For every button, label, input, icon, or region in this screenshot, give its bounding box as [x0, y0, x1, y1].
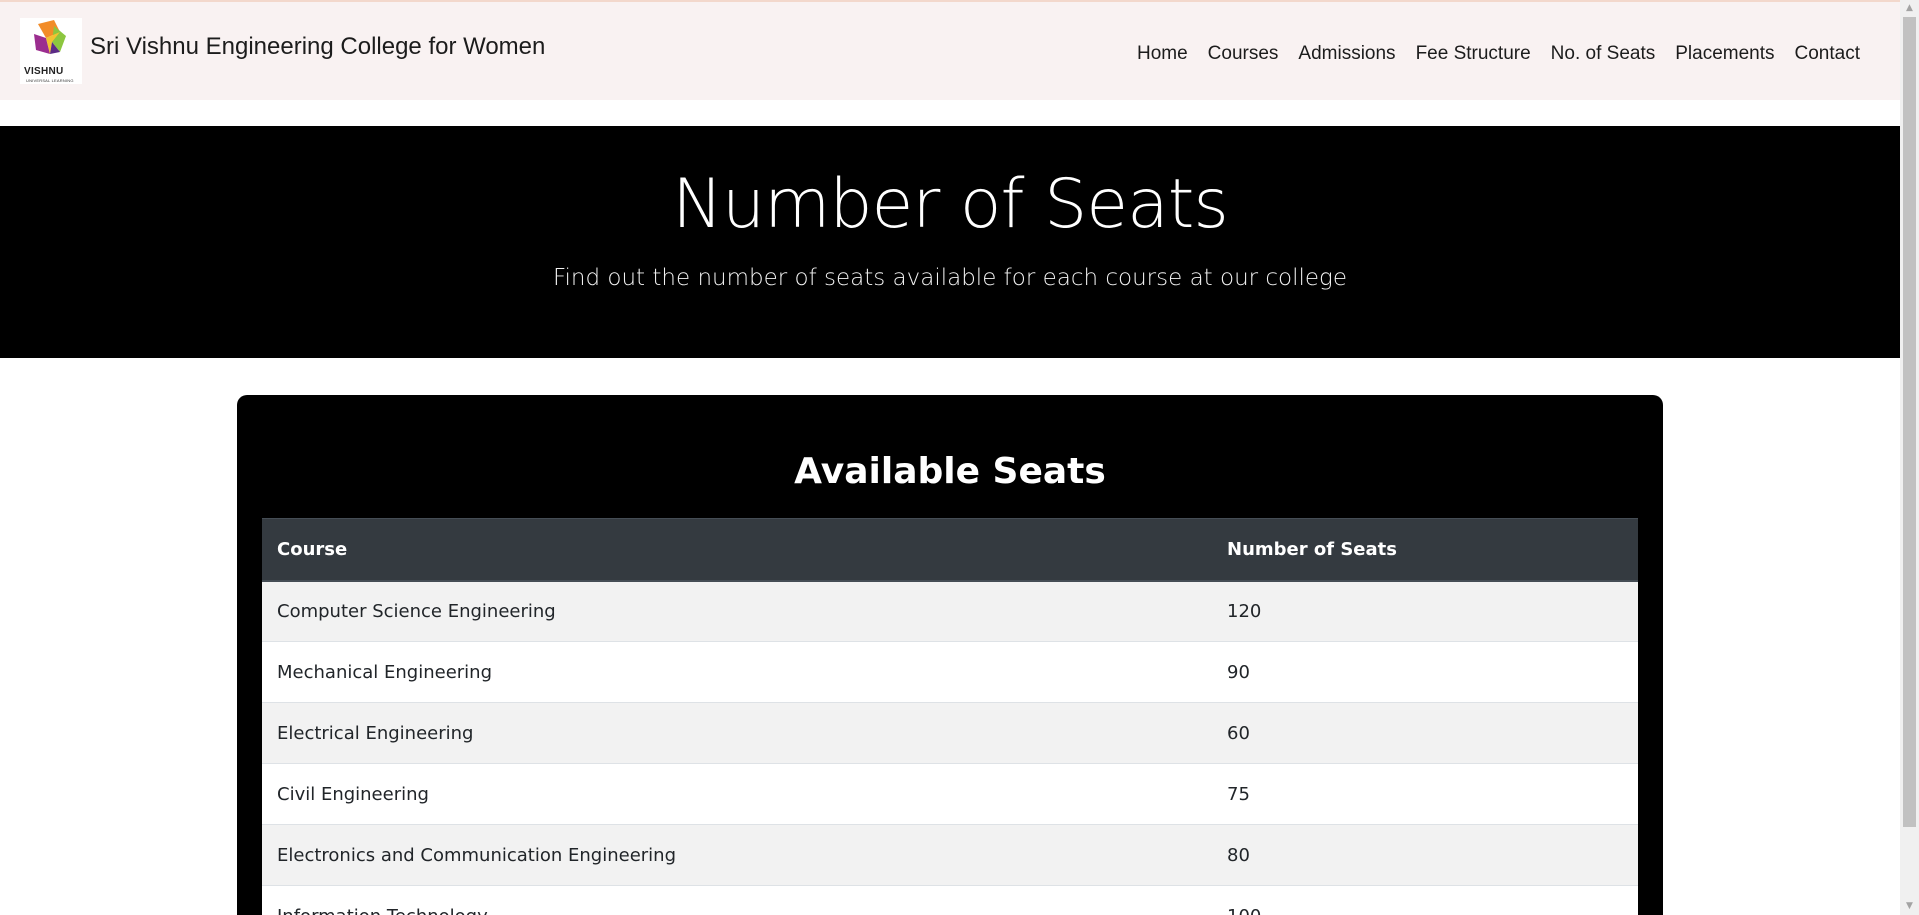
college-name: Sri Vishnu Engineering College for Women: [90, 33, 546, 60]
course-cell: Electronics and Communication Engineerin…: [262, 824, 1212, 886]
course-cell: Information Technology: [262, 885, 1212, 915]
table-row: Civil Engineering 75: [262, 763, 1638, 825]
table-row: Computer Science Engineering 120: [262, 580, 1638, 642]
course-cell: Mechanical Engineering: [262, 641, 1212, 703]
page: VISHNU UNIVERSAL LEARNING Sri Vishnu Eng…: [0, 0, 1900, 915]
seats-cell: 60: [1212, 702, 1638, 764]
vertical-scrollbar[interactable]: ▲ ▼: [1900, 0, 1919, 915]
nav-admissions[interactable]: Admissions: [1288, 43, 1405, 65]
course-cell: Computer Science Engineering: [262, 580, 1212, 642]
college-logo: VISHNU UNIVERSAL LEARNING: [20, 18, 82, 84]
scroll-down-arrow-icon[interactable]: ▼: [1900, 898, 1919, 915]
nav-contact[interactable]: Contact: [1785, 43, 1870, 65]
nav-placements[interactable]: Placements: [1665, 43, 1784, 65]
seats-table: Course Number of Seats Computer Science …: [262, 518, 1638, 915]
logo-tagline: UNIVERSAL LEARNING: [26, 78, 74, 83]
seats-card: Available Seats Course Number of Seats C…: [237, 395, 1663, 915]
scroll-up-arrow-icon[interactable]: ▲: [1900, 0, 1919, 17]
seats-heading: Available Seats: [794, 451, 1106, 492]
table-row: Electronics and Communication Engineerin…: [262, 824, 1638, 886]
page-subtitle: Find out the number of seats available f…: [552, 265, 1348, 291]
nav-courses[interactable]: Courses: [1198, 43, 1289, 65]
hero-banner: Number of Seats Find out the number of s…: [0, 126, 1900, 358]
table-header-row: Course Number of Seats: [262, 518, 1638, 582]
course-cell: Civil Engineering: [262, 763, 1212, 825]
seats-cell: 90: [1212, 641, 1638, 703]
seats-cell: 120: [1212, 580, 1638, 642]
nav-home[interactable]: Home: [1127, 43, 1198, 65]
seats-cell: 80: [1212, 824, 1638, 886]
course-cell: Electrical Engineering: [262, 702, 1212, 764]
seats-cell: 100: [1212, 885, 1638, 915]
nav-fee-structure[interactable]: Fee Structure: [1406, 43, 1541, 65]
column-header-course: Course: [262, 518, 1212, 582]
logo-wordmark: VISHNU: [24, 66, 64, 77]
nav-no-of-seats[interactable]: No. of Seats: [1541, 43, 1666, 65]
page-title: Number of Seats: [672, 165, 1229, 244]
vishnu-logo-icon: [34, 20, 66, 54]
seats-cell: 75: [1212, 763, 1638, 825]
scrollbar-thumb[interactable]: [1903, 17, 1916, 827]
navbar: VISHNU UNIVERSAL LEARNING Sri Vishnu Eng…: [0, 0, 1900, 100]
table-row: Electrical Engineering 60: [262, 702, 1638, 764]
nav-menu: Home Courses Admissions Fee Structure No…: [1127, 43, 1870, 65]
brand-link[interactable]: VISHNU UNIVERSAL LEARNING Sri Vishnu Eng…: [20, 18, 545, 84]
column-header-seats: Number of Seats: [1212, 518, 1638, 582]
table-row: Mechanical Engineering 90: [262, 641, 1638, 703]
table-row: Information Technology 100: [262, 885, 1638, 915]
